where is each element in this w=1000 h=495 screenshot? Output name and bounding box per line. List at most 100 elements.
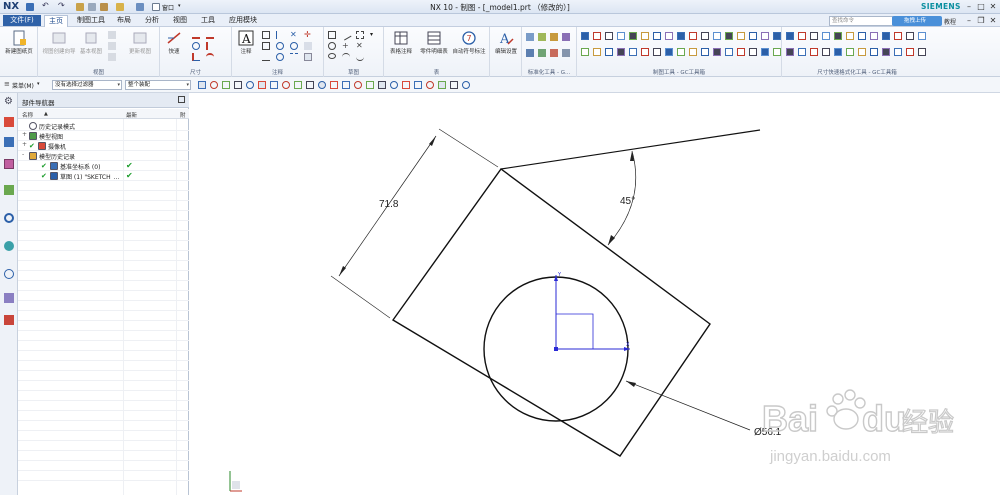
sketch-trim-icon[interactable]: ✕ <box>356 42 364 50</box>
sketch-offset-icon[interactable] <box>356 31 364 39</box>
table-note-button[interactable]: 表格注释 <box>386 30 416 55</box>
checkbox-checked-icon[interactable]: ✔ <box>41 162 49 170</box>
dim-format-tool-22-icon[interactable] <box>894 48 902 56</box>
gc-tool-28-icon[interactable] <box>701 48 709 56</box>
gc-tool-16-icon[interactable] <box>761 32 769 40</box>
dim-format-tool-12-icon[interactable] <box>918 32 926 40</box>
std-tool-7-icon[interactable] <box>550 49 558 57</box>
gc-tool-2-icon[interactable] <box>593 32 601 40</box>
gc-tool-31-icon[interactable] <box>737 48 745 56</box>
snap-reset-icon[interactable] <box>402 81 410 89</box>
sketch-more-icon[interactable]: ▾ <box>370 31 378 39</box>
thickness-dim-icon[interactable] <box>206 42 214 50</box>
point-icon[interactable] <box>294 81 302 89</box>
dim-format-tool-6-icon[interactable] <box>846 32 854 40</box>
projected-view-icon[interactable] <box>108 31 116 39</box>
gc-tool-14-icon[interactable] <box>737 32 745 40</box>
base-view-button[interactable]: 基本视图 <box>78 30 104 55</box>
tab-view[interactable]: 视图 <box>169 15 191 27</box>
select-filter-icon[interactable] <box>198 81 206 89</box>
gc-tool-30-icon[interactable] <box>725 48 733 56</box>
section-view-icon[interactable] <box>108 42 116 50</box>
lasso-icon[interactable] <box>222 81 230 89</box>
std-tool-8-icon[interactable] <box>562 49 570 57</box>
reuse-library-icon[interactable] <box>4 185 14 195</box>
selection-filter-select[interactable]: 没有选择过滤器 ▾ <box>52 80 122 90</box>
sketch-spline-icon[interactable] <box>356 53 364 61</box>
tab-home[interactable]: 主页 <box>44 15 68 27</box>
sketch-circle-icon[interactable] <box>328 42 336 50</box>
angle-reference-line[interactable] <box>500 129 761 170</box>
gc-tool-10-icon[interactable] <box>689 32 697 40</box>
gc-tool-19-icon[interactable] <box>593 48 601 56</box>
assembly-navigator-icon[interactable] <box>4 117 14 127</box>
existing-point-icon[interactable] <box>390 81 398 89</box>
update-view-button[interactable]: 更新视图 <box>124 30 156 55</box>
dim-format-tool-14-icon[interactable] <box>798 48 806 56</box>
std-tool-1-icon[interactable] <box>526 33 534 41</box>
dim-format-tool-4-icon[interactable] <box>822 32 830 40</box>
dim-length-label[interactable]: 71.8 <box>379 199 399 210</box>
checkbox-checked-icon[interactable]: ✔ <box>29 142 37 150</box>
rendering-icon[interactable] <box>450 81 458 89</box>
dim-format-tool-3-icon[interactable] <box>810 32 818 40</box>
linear-dim-icon[interactable] <box>192 31 200 39</box>
palette-icon[interactable] <box>4 241 14 251</box>
dim-format-tool-24-icon[interactable] <box>918 48 926 56</box>
curve-icon[interactable] <box>282 81 290 89</box>
gc-tool-17-icon[interactable] <box>773 32 781 40</box>
view-orient-icon[interactable] <box>426 81 434 89</box>
dim-format-tool-21-icon[interactable] <box>882 48 890 56</box>
dim-format-tool-19-icon[interactable] <box>858 48 866 56</box>
gc-tool-1-icon[interactable] <box>581 32 589 40</box>
std-tool-2-icon[interactable] <box>538 33 546 41</box>
minimize-icon[interactable]: – <box>964 1 974 12</box>
maximize-panel-icon[interactable] <box>178 96 185 103</box>
sketch-point-icon[interactable]: + <box>342 42 350 50</box>
doc-close-icon[interactable]: ✕ <box>988 15 998 26</box>
dim-format-tool-7-icon[interactable] <box>858 32 866 40</box>
tab-layout[interactable]: 布局 <box>113 15 135 27</box>
drawing-canvas[interactable]: 71.8 45° Ø56.1 X Y Bai du 经验 jingyan.bai… <box>190 93 1000 495</box>
gc-tool-32-icon[interactable] <box>749 48 757 56</box>
gc-tool-23-icon[interactable] <box>641 48 649 56</box>
symmetric-centerline-icon[interactable] <box>290 53 298 61</box>
sketch-line-icon[interactable] <box>340 29 352 41</box>
chamfer-dim-icon[interactable] <box>206 31 214 39</box>
endpoint-icon[interactable] <box>306 81 314 89</box>
sketch-arc-icon[interactable] <box>342 53 350 61</box>
expand-icon[interactable]: + <box>22 131 27 138</box>
center-icon[interactable] <box>342 81 350 89</box>
gc-tool-21-icon[interactable] <box>617 48 625 56</box>
collapse-icon[interactable]: - <box>22 151 24 158</box>
gc-tool-26-icon[interactable] <box>677 48 685 56</box>
menu-caret-icon[interactable]: ▾ <box>37 81 40 87</box>
quick-dimension-button[interactable]: 快速 <box>164 30 184 55</box>
tab-applications[interactable]: 应用模块 <box>225 15 261 27</box>
image-icon[interactable] <box>304 53 312 61</box>
intersection-icon[interactable] <box>330 81 338 89</box>
gc-tool-27-icon[interactable] <box>689 48 697 56</box>
dim-format-tool-2-icon[interactable] <box>798 32 806 40</box>
dim-format-tool-5-icon[interactable] <box>834 32 842 40</box>
std-tool-5-icon[interactable] <box>526 49 534 57</box>
box-select-icon[interactable] <box>210 81 218 89</box>
angular-dim-icon[interactable] <box>192 53 200 61</box>
gc-tool-12-icon[interactable] <box>713 32 721 40</box>
sketch-rectangle[interactable] <box>391 168 711 457</box>
gc-tool-3-icon[interactable] <box>605 32 613 40</box>
midpoint-icon[interactable] <box>318 81 326 89</box>
weld-symbol-icon[interactable] <box>276 31 284 39</box>
dim-format-tool-13-icon[interactable] <box>786 48 794 56</box>
dim-format-tool-9-icon[interactable] <box>882 32 890 40</box>
column-name[interactable]: 名称 <box>22 111 33 119</box>
roles-icon[interactable] <box>4 315 14 325</box>
note-button[interactable]: A 注释 <box>236 30 256 55</box>
column-attach[interactable]: 附 <box>180 111 186 119</box>
feature-control-frame-icon[interactable] <box>262 31 270 39</box>
std-tool-6-icon[interactable] <box>538 49 546 57</box>
auto-balloon-button[interactable]: 7 自动符号标注 <box>450 30 488 55</box>
close-icon[interactable]: ✕ <box>988 1 998 12</box>
dim-format-tool-20-icon[interactable] <box>870 48 878 56</box>
balloon-icon[interactable] <box>276 53 284 61</box>
